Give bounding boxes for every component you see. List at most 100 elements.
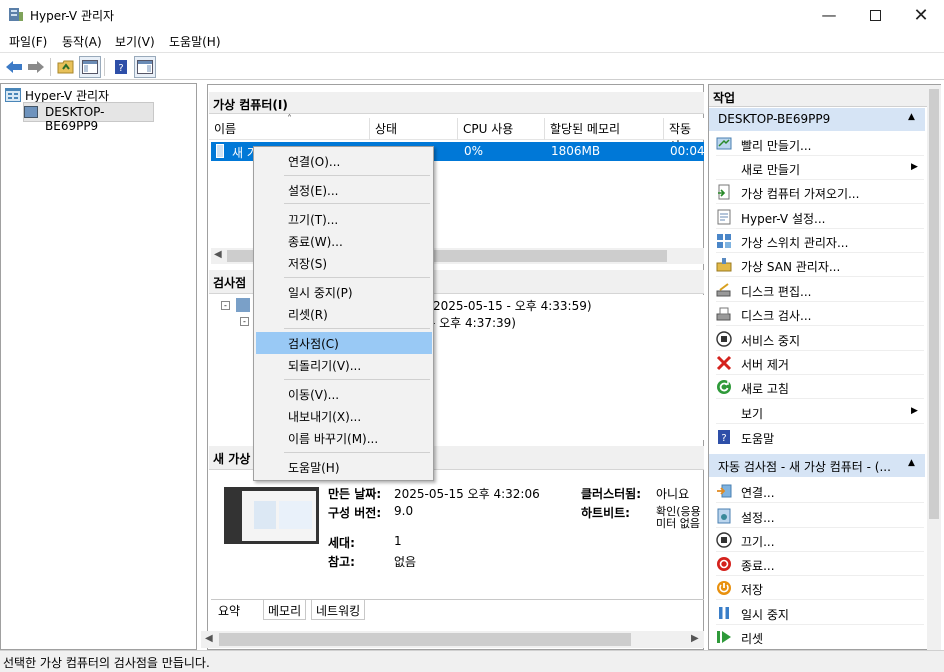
actions-group-host[interactable]: DESKTOP-BE69PP9 ▲ [709, 108, 925, 131]
ctx-help[interactable]: 도움말(H) [288, 459, 340, 476]
ctx-turn-off[interactable]: 끄기(T)... [288, 211, 338, 228]
server-icon [24, 106, 38, 118]
ctx-settings[interactable]: 설정(E)... [288, 182, 338, 199]
tab-networking[interactable]: 네트워킹 [311, 600, 366, 620]
center-scroll-thumb[interactable] [219, 633, 631, 646]
vm-memory: 1806MB [551, 144, 601, 158]
ctx-separator [284, 277, 430, 278]
help-button[interactable]: ? [110, 56, 132, 78]
ctx-revert[interactable]: 되돌리기(V)... [288, 357, 361, 374]
action-virtual-switch-manager[interactable]: 가상 스위치 관리자... [716, 229, 924, 253]
vm-thumbnail[interactable] [224, 487, 319, 544]
menu-bar: 파일(F) 동작(A) 보기(V) 도움말(H) [0, 30, 944, 52]
show-hide-action-pane-button[interactable] [134, 56, 156, 78]
action-hyperv-settings[interactable]: Hyper-V 설정... [716, 205, 924, 229]
up-folder-button[interactable] [55, 56, 77, 78]
notes-value: 없음 [394, 555, 417, 569]
back-button[interactable] [3, 56, 25, 78]
turn-off-icon [716, 532, 732, 548]
vm-icon [216, 144, 224, 158]
help-book-icon: ? [115, 60, 127, 74]
action-shut-down[interactable]: 종료... [716, 552, 924, 576]
menu-help[interactable]: 도움말(H) [169, 33, 221, 50]
close-button[interactable]: ✕ [898, 0, 944, 30]
action-new[interactable]: 새로 만들기 ▶ [716, 156, 924, 180]
action-turn-off[interactable]: 끄기... [716, 528, 924, 552]
center-hscrollbar[interactable]: ◀ ▶ [201, 631, 704, 648]
menu-view[interactable]: 보기(V) [115, 33, 155, 50]
actions-scroll-thumb[interactable] [929, 89, 939, 519]
col-state[interactable]: 상태 [370, 118, 458, 140]
inspect-disk-icon [716, 307, 731, 321]
action-inspect-disk[interactable]: 디스크 검사... [716, 302, 924, 326]
ctx-reset[interactable]: 리셋(R) [288, 306, 328, 323]
action-import-vm[interactable]: 가상 컴퓨터 가져오기... [716, 180, 924, 204]
vm-column-headers: 이름 ˄ 상태 CPU 사용 할당된 메모리 작동 시 [209, 114, 704, 153]
action-view[interactable]: 보기 ▶ [716, 400, 924, 424]
generation-label: 세대: [328, 536, 355, 550]
remove-x-icon [716, 355, 732, 371]
ctx-connect[interactable]: 연결(O)... [288, 153, 340, 170]
show-hide-console-tree-button[interactable] [79, 56, 101, 78]
stop-service-icon [716, 331, 732, 347]
col-uptime[interactable]: 작동 시 [664, 118, 704, 153]
generation-value: 1 [394, 534, 402, 548]
vm-settings-icon [717, 508, 731, 524]
ctx-save[interactable]: 저장(S) [288, 255, 327, 272]
collapse-toggle-icon[interactable]: - [221, 301, 230, 310]
virtual-switch-icon [717, 234, 731, 248]
console-tree-icon [82, 60, 98, 74]
collapse-toggle-icon[interactable]: - [240, 317, 249, 326]
menu-file[interactable]: 파일(F) [9, 33, 47, 50]
actions-vscrollbar[interactable] [927, 85, 941, 650]
action-connect[interactable]: 연결... [716, 479, 924, 503]
vm-section-header: 가상 컴퓨터(I) [209, 92, 704, 114]
forward-button[interactable] [25, 56, 47, 78]
actions-group-vm[interactable]: 자동 검사점 - 새 가상 컴퓨터 - (... ▲ [709, 454, 925, 477]
ctx-rename[interactable]: 이름 바꾸기(M)... [288, 430, 378, 447]
tab-memory[interactable]: 메모리 [263, 600, 307, 620]
submenu-arrow-icon: ▶ [911, 406, 918, 416]
clustered-value: 아니요 [656, 487, 690, 501]
scroll-right-icon: ▶ [691, 633, 699, 644]
ctx-separator [284, 379, 430, 380]
checkpoint-item-1[interactable]: 2025-05-15 - 오후 4:33:59) [433, 297, 592, 314]
tree-item-host[interactable]: DESKTOP-BE69PP9 [23, 102, 154, 133]
col-cpu[interactable]: CPU 사용 [458, 118, 545, 140]
action-save[interactable]: 저장 [716, 576, 924, 600]
svg-text:?: ? [118, 63, 123, 74]
heartbeat-label: 하트비트: [581, 506, 630, 520]
action-virtual-san-manager[interactable]: 가상 SAN 관리자... [716, 253, 924, 277]
minimize-button[interactable]: — [806, 0, 852, 30]
col-memory[interactable]: 할당된 메모리 [545, 118, 664, 140]
version-label: 구성 버전: [328, 506, 382, 520]
action-reset[interactable]: 리셋 [716, 625, 924, 647]
tab-summary[interactable]: 요약 [214, 600, 244, 620]
menu-action[interactable]: 동작(A) [62, 33, 102, 50]
scroll-left-icon: ◀ [214, 249, 222, 260]
ctx-checkpoint[interactable]: 검사점(C) [288, 335, 339, 352]
ctx-pause[interactable]: 일시 중지(P) [288, 284, 353, 301]
ctx-move[interactable]: 이동(V)... [288, 386, 339, 403]
import-icon [718, 184, 730, 200]
action-help[interactable]: ? 도움말 [716, 425, 924, 449]
ctx-shut-down[interactable]: 종료(W)... [288, 233, 343, 250]
action-pause[interactable]: 일시 중지 [716, 601, 924, 625]
ctx-separator [284, 203, 430, 204]
action-quick-create[interactable]: 빨리 만들기... [716, 132, 924, 156]
connect-icon [717, 484, 732, 498]
action-edit-disk[interactable]: 디스크 편집... [716, 278, 924, 302]
vm-thumbnail-window [254, 501, 276, 529]
action-refresh[interactable]: 새로 고침 [716, 375, 924, 399]
action-settings[interactable]: 설정... [716, 504, 924, 528]
action-remove-server[interactable]: 서버 제거 [716, 351, 924, 375]
console-tree: Hyper-V 관리자 DESKTOP-BE69PP9 [0, 83, 197, 650]
action-stop-service[interactable]: 서비스 중지 [716, 327, 924, 351]
context-menu: 연결(O)... 설정(E)... 끄기(T)... 종료(W)... 저장(S… [253, 146, 434, 481]
checkpoint-item-2[interactable]: - 오후 4:37:39) [431, 314, 516, 331]
context-menu-highlight [256, 332, 432, 354]
maximize-button[interactable] [852, 0, 898, 30]
hyperv-manager-icon [5, 88, 21, 102]
toolbar-separator [104, 58, 105, 76]
ctx-export[interactable]: 내보내기(X)... [288, 408, 361, 425]
